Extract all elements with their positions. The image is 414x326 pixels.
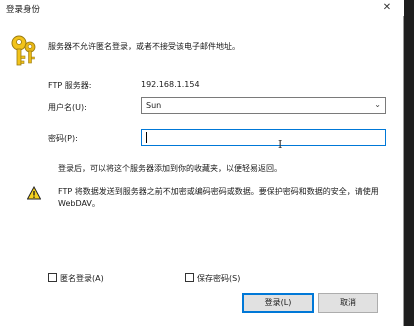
favorites-hint: 登录后，可以将这个服务器添加到你的收藏夹，以便轻易返回。 (58, 164, 282, 173)
info-message: 服务器不允许匿名登录，或者不接受该电子邮件地址。 (48, 42, 240, 51)
warning-icon (27, 186, 41, 200)
username-combobox[interactable]: Sun ⌄ (141, 97, 386, 114)
chevron-down-icon[interactable]: ⌄ (374, 100, 381, 109)
close-button[interactable]: ✕ (372, 0, 402, 16)
anonymous-login-label[interactable]: 匿名登录(A) (60, 273, 104, 284)
cancel-button[interactable]: 取消 (318, 293, 378, 313)
password-input[interactable] (141, 129, 386, 146)
username-label: 用户名(U): (48, 103, 87, 112)
ibeam-cursor-icon: I (278, 138, 283, 151)
password-label: 密码(P): (48, 134, 78, 143)
window-title: 登录身份 (6, 5, 41, 15)
anonymous-login-checkbox[interactable] (48, 273, 57, 282)
login-dialog: 登录身份 ✕ 服务器不允许匿名登录，或者不接受该电子邮件地址。 FTP 服务器:… (0, 0, 404, 326)
login-button[interactable]: 登录(L) (242, 293, 314, 313)
security-warning-line-1: FTP 将数据发送到服务器之前不加密或编码密码或数据。要保护密码和数据的安全，请… (58, 187, 379, 196)
key-icon (11, 35, 36, 66)
server-value: 192.168.1.154 (141, 80, 200, 89)
security-warning: FTP 将数据发送到服务器之前不加密或编码密码或数据。要保护密码和数据的安全，请… (58, 186, 398, 210)
title-bar[interactable]: 登录身份 ✕ (0, 0, 404, 16)
text-caret (146, 132, 147, 143)
server-label: FTP 服务器: (48, 81, 92, 90)
username-value: Sun (146, 101, 162, 110)
security-warning-line-2: WebDAV。 (58, 199, 100, 208)
save-password-label[interactable]: 保存密码(S) (197, 273, 240, 284)
save-password-checkbox[interactable] (185, 273, 194, 282)
